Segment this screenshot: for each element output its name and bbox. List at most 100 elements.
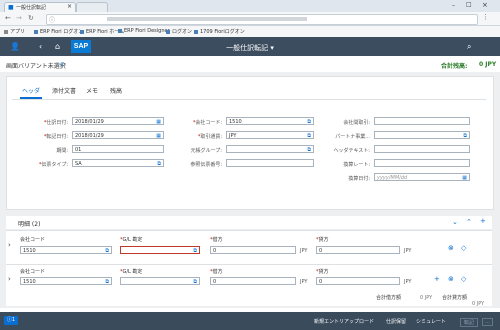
col-credit: *貸方 bbox=[316, 237, 329, 243]
doc-type-field[interactable]: SA ⧉ bbox=[72, 159, 164, 167]
delete-row-icon[interactable]: ⊗ bbox=[448, 244, 454, 252]
add-item-icon[interactable]: + bbox=[480, 217, 486, 225]
expand-all-icon[interactable]: ⌃ bbox=[466, 218, 472, 226]
search-icon[interactable]: ⌕ bbox=[467, 42, 471, 52]
lock-icon: ⓘ bbox=[49, 17, 56, 24]
period-field[interactable]: 01 bbox=[72, 145, 164, 153]
debit-total-label: 合計借方額 bbox=[376, 295, 402, 301]
ledger-group-field[interactable]: ⧉ bbox=[226, 145, 314, 153]
value-help-icon: ⧉ bbox=[463, 133, 467, 139]
tab-balances[interactable]: 残高 bbox=[110, 86, 122, 95]
app-title[interactable]: 一般仕訳転記 ▾ bbox=[0, 43, 500, 53]
tab-title: 一般仕訳転記 bbox=[16, 5, 47, 11]
value-help-icon: ⧉ bbox=[193, 279, 197, 285]
add-row-icon[interactable]: + bbox=[434, 275, 440, 283]
tab-notes[interactable]: メモ bbox=[86, 86, 98, 95]
reload-icon[interactable]: ↻ bbox=[28, 14, 34, 22]
delete-row-icon[interactable]: ⊗ bbox=[448, 275, 454, 283]
simulate-button[interactable]: シミュレート bbox=[416, 318, 446, 325]
reference-field[interactable] bbox=[226, 159, 314, 167]
value-help-icon: ⧉ bbox=[105, 248, 109, 254]
tab-header[interactable]: ヘッダ bbox=[22, 86, 40, 95]
exchange-rate-label: 換算レート: bbox=[343, 162, 370, 168]
back-arrow-icon[interactable]: ← bbox=[5, 14, 11, 22]
bookmark-apps[interactable]: アプリ bbox=[4, 28, 25, 35]
calendar-icon: ▦ bbox=[156, 133, 161, 139]
partner-field[interactable]: ⧉ bbox=[374, 131, 470, 139]
variant-selector[interactable]: 画面バリアント未選択 bbox=[6, 61, 66, 70]
trading-partner-field[interactable] bbox=[374, 117, 470, 125]
posting-date-label: *仕訳日付: bbox=[43, 120, 68, 126]
upload-new-entries-button[interactable]: 新規エントリアップロード bbox=[314, 318, 374, 325]
company-code-label: *会社コード: bbox=[192, 120, 222, 126]
row-details-icon[interactable]: ◇ bbox=[461, 275, 466, 283]
col-debit: *借方 bbox=[210, 269, 223, 275]
header-card bbox=[6, 76, 494, 210]
debit-total-value: 0 JPY bbox=[420, 295, 433, 301]
message-button[interactable]: ⓘ1 bbox=[4, 316, 18, 325]
row-debit-field[interactable]: 0 bbox=[210, 246, 296, 254]
calendar-icon: ▦ bbox=[156, 119, 161, 125]
row-credit-currency: JPY bbox=[404, 248, 412, 254]
row-debit-field[interactable]: 0 bbox=[210, 277, 296, 285]
bookmark-item[interactable]: 1709 Fioriログオン bbox=[194, 28, 245, 35]
period-label: 期間: bbox=[56, 148, 68, 154]
bookmark-item[interactable]: ERP Fiori Designer bbox=[118, 28, 170, 34]
credit-total-label: 合計貸方額 bbox=[442, 295, 468, 301]
window-maximize-icon[interactable]: □ bbox=[466, 1, 472, 8]
items-title: 明細 (2) bbox=[18, 221, 41, 228]
doc-date-label: *転記日付: bbox=[43, 134, 68, 140]
overflow-button[interactable]: … bbox=[482, 318, 493, 326]
partner-label: パートナ事業... bbox=[335, 134, 370, 140]
exchange-rate-field[interactable] bbox=[374, 159, 470, 167]
post-button[interactable]: 転記 bbox=[460, 318, 479, 327]
col-gl-account: *G/L 勘定 bbox=[120, 269, 143, 275]
row-credit-field[interactable]: 0 bbox=[316, 277, 400, 285]
translation-date-field[interactable]: yyyy/MM/dd ▦ bbox=[374, 173, 470, 181]
col-debit: *借方 bbox=[210, 237, 223, 243]
tab-close-icon[interactable]: × bbox=[67, 3, 72, 10]
ledger-group-label: 元帳グループ: bbox=[190, 148, 222, 154]
row-credit-currency: JPY bbox=[404, 279, 412, 285]
forward-arrow-icon[interactable]: → bbox=[16, 14, 22, 22]
value-help-icon: ⧉ bbox=[307, 147, 311, 153]
trading-partner-label: 会社間取引: bbox=[343, 120, 370, 126]
total-balance-value: 0 JPY bbox=[479, 61, 497, 68]
value-help-icon: ⧉ bbox=[157, 161, 161, 167]
tab-divider bbox=[12, 99, 486, 100]
bookmark-item[interactable]: ログオン bbox=[166, 28, 192, 35]
row-expand-chevron-icon[interactable]: › bbox=[8, 241, 11, 249]
col-company-code: 会社コード bbox=[20, 269, 46, 275]
company-code-field[interactable]: 1510 ⧉ bbox=[226, 117, 314, 125]
row-gl-account-field[interactable]: ⧉ bbox=[120, 277, 200, 285]
window-close-icon[interactable]: × bbox=[482, 1, 488, 9]
currency-label: *取引通貨: bbox=[197, 134, 222, 140]
browser-menu-icon[interactable]: ⋮ bbox=[482, 13, 489, 21]
row-credit-field[interactable]: 0 bbox=[316, 246, 400, 254]
tab-attachments[interactable]: 添付文書 bbox=[52, 86, 76, 95]
variant-dropdown-icon[interactable]: ⊙ bbox=[60, 61, 65, 68]
doc-date-field[interactable]: 2018/01/29 ▦ bbox=[72, 131, 164, 139]
credit-total-value: 0 JPY bbox=[472, 301, 485, 307]
bookmark-item[interactable]: ERP Fiori ログオン bbox=[34, 28, 83, 35]
value-help-icon: ⧉ bbox=[193, 248, 197, 254]
row-company-field[interactable]: 1510 ⧉ bbox=[20, 277, 112, 285]
value-help-icon: ⧉ bbox=[105, 279, 109, 285]
row-expand-chevron-icon[interactable]: › bbox=[8, 275, 11, 283]
row-company-field[interactable]: 1510 ⧉ bbox=[20, 246, 112, 254]
col-company-code: 会社コード bbox=[20, 237, 46, 243]
row-gl-account-field[interactable]: ⧉ bbox=[120, 246, 200, 254]
header-text-field[interactable] bbox=[374, 145, 470, 153]
address-bar[interactable]: ⓘ bbox=[46, 14, 478, 25]
url-redacted bbox=[107, 17, 307, 21]
window-minimize-icon[interactable]: – bbox=[452, 2, 455, 9]
park-button[interactable]: 仕訳保留 bbox=[386, 318, 406, 325]
items-toolbar bbox=[6, 216, 492, 229]
posting-date-field[interactable]: 2018/01/29 ▦ bbox=[72, 117, 164, 125]
col-gl-account: *G/L 勘定 bbox=[120, 237, 143, 243]
collapse-all-icon[interactable]: ⌄ bbox=[452, 218, 458, 226]
calendar-icon: ▦ bbox=[462, 175, 467, 181]
currency-field[interactable]: JPY ⧉ bbox=[226, 131, 314, 139]
header-text-label: ヘッダテキスト: bbox=[333, 148, 370, 154]
row-details-icon[interactable]: ◇ bbox=[461, 244, 466, 252]
